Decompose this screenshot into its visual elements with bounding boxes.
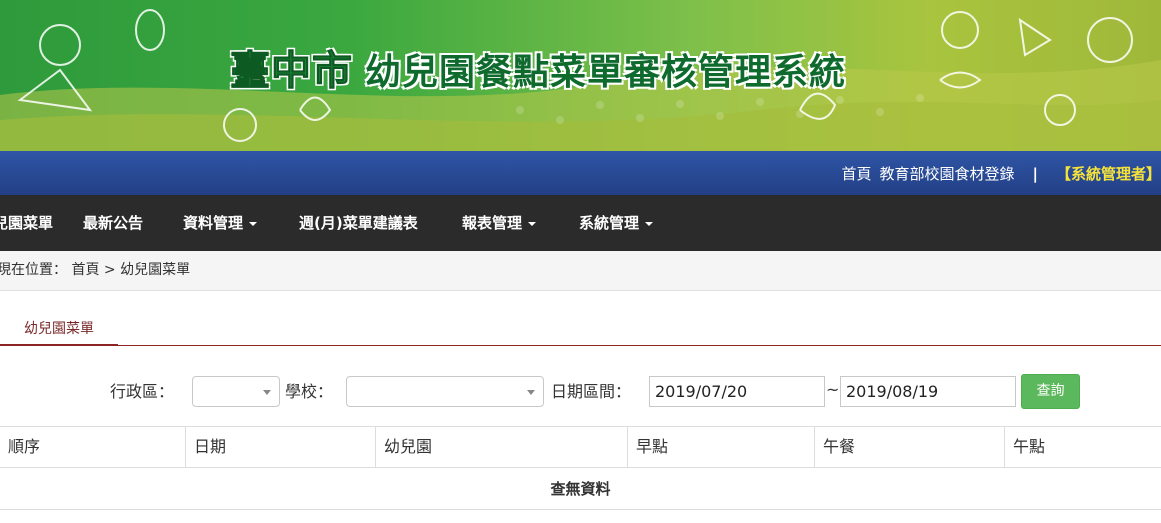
column-header-kindergarten: 幼兒園 [376, 427, 628, 468]
top-bar: 首頁 教育部校園食材登錄 | 【系統管理者】 [0, 151, 1161, 195]
header-banner: 臺中市 幼兒園餐點菜單審核管理系統 [0, 0, 1161, 151]
district-label: 行政區： [110, 382, 175, 401]
nav-item-reports[interactable]: 報表管理 [462, 195, 537, 251]
tab-divider [0, 345, 1161, 346]
column-header-lunch: 午餐 [815, 427, 1005, 468]
chevron-down-icon [645, 221, 654, 226]
title-main: 幼兒園餐點菜單審核管理系統 [365, 52, 847, 93]
nav-item-data-management[interactable]: 資料管理 [183, 195, 258, 251]
table-empty-row: 查無資料 [0, 468, 1161, 510]
menu-table: 順序 日期 幼兒園 早點 午餐 午點 查無資料 [0, 426, 1161, 510]
breadcrumb-text: 現在位置： 首頁 > 幼兒園菜單 [0, 262, 191, 278]
breadcrumb: 現在位置： 首頁 > 幼兒園菜單 [0, 251, 1161, 291]
search-button[interactable]: 查詢 [1021, 374, 1080, 409]
nav-item-kindergarten-menu[interactable]: 幼兒園菜單 [0, 195, 53, 251]
main-nav: 幼兒園菜單 最新公告 資料管理 週(月)菜單建議表 報表管理 系統管理 [0, 195, 1161, 251]
user-role-label[interactable]: 【系統管理者】 [1056, 163, 1161, 184]
home-link[interactable]: 首頁 [841, 163, 871, 184]
title-city: 臺中市 [230, 48, 353, 95]
column-header-date: 日期 [186, 427, 376, 468]
chevron-down-icon [249, 221, 258, 226]
top-links: 首頁 教育部校園食材登錄 | 【系統管理者】 [833, 163, 1161, 184]
chevron-down-icon [528, 221, 537, 226]
nav-item-system-management[interactable]: 系統管理 [579, 195, 654, 251]
empty-message: 查無資料 [550, 480, 611, 498]
district-select[interactable] [192, 376, 280, 407]
nav-item-announcements[interactable]: 最新公告 [83, 195, 143, 251]
date-range-label: 日期區間： [551, 382, 632, 401]
system-title: 臺中市 幼兒園餐點菜單審核管理系統 [230, 38, 846, 96]
date-range-tilde: ~ [826, 380, 840, 399]
tab-kindergarten-menu[interactable]: 幼兒園菜單 [0, 318, 118, 346]
column-header-afternoon-snack: 午點 [1013, 437, 1046, 456]
dropdown-arrow-icon [527, 390, 535, 395]
column-header-breakfast: 早點 [628, 427, 815, 468]
top-links-separator: | [1032, 164, 1038, 183]
dropdown-arrow-icon [263, 390, 271, 395]
school-select[interactable] [346, 376, 544, 407]
column-header-order: 順序 [0, 427, 186, 468]
school-label: 學校： [285, 382, 334, 401]
date-start-input[interactable]: 2019/07/20 [649, 376, 825, 407]
table-header: 順序 日期 幼兒園 早點 午餐 午點 [0, 426, 1161, 468]
moe-food-link[interactable]: 教育部校園食材登錄 [879, 163, 1014, 184]
nav-item-weekly-menu-suggestion[interactable]: 週(月)菜單建議表 [299, 195, 418, 251]
date-end-input[interactable]: 2019/08/19 [840, 376, 1016, 407]
